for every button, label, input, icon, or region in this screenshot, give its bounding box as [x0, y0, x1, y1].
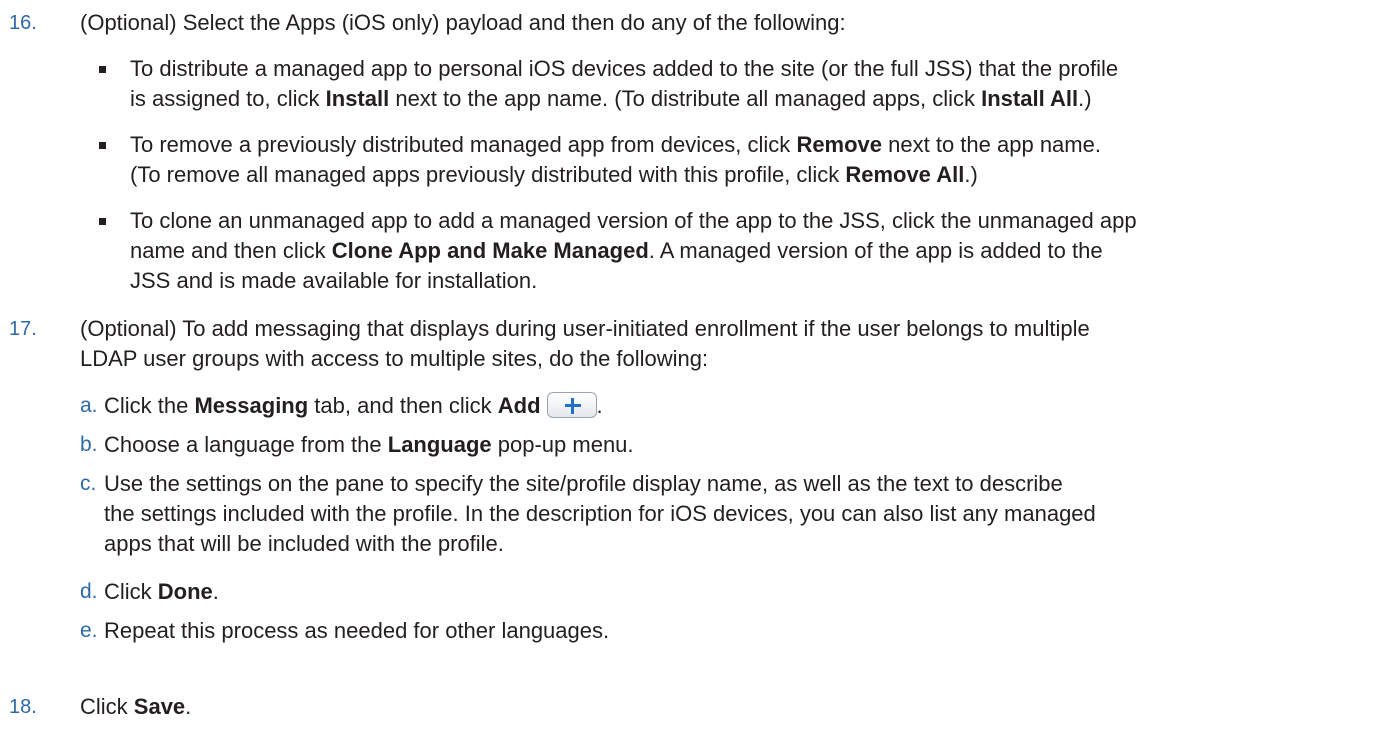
substep-text: Click Done.: [104, 577, 1374, 607]
ui-term-save: Save: [133, 694, 186, 719]
ui-term-clone-app: Clone App and Make Managed: [331, 238, 649, 263]
add-button[interactable]: [546, 392, 597, 419]
text-run: .: [212, 579, 219, 604]
substep-letter: d.: [80, 580, 98, 603]
substep-letter: a.: [80, 394, 98, 417]
text-run: .): [964, 162, 978, 187]
text-run: Click: [80, 694, 134, 719]
bullet-text: To remove a previously distributed manag…: [130, 130, 1375, 190]
ui-term-language: Language: [387, 432, 492, 457]
text-run: the settings included with the profile. …: [104, 501, 1096, 526]
text-run: .): [1078, 86, 1092, 111]
bullet-icon: [99, 66, 106, 73]
text-run: (Optional) To add messaging that display…: [80, 316, 1090, 341]
text-run: Use the settings on the pane to specify …: [104, 471, 1063, 496]
step-text: (Optional) To add messaging that display…: [80, 314, 1370, 374]
substep-text: Repeat this process as needed for other …: [104, 618, 610, 643]
ui-term-remove-all: Remove All: [845, 162, 965, 187]
text-run: tab, and then click: [308, 393, 498, 418]
ui-term-install-all: Install All: [981, 86, 1079, 111]
text-run: JSS and is made available for installati…: [130, 268, 538, 293]
text-run: next to the app name. (To distribute all…: [389, 86, 982, 111]
ui-term-done: Done: [157, 579, 213, 604]
step-number: 17.: [9, 318, 37, 340]
substep-text: Use the settings on the pane to specify …: [104, 469, 1374, 559]
text-run: name and then click: [130, 238, 332, 263]
text-run: (To remove all managed apps previously d…: [130, 162, 846, 187]
step-text: Click Save.: [80, 692, 1370, 722]
text-run: . A managed version of the app is added …: [648, 238, 1103, 263]
text-run: Click: [104, 579, 158, 604]
substep-letter: c.: [80, 472, 97, 495]
text-run: .: [596, 393, 603, 418]
text-run: next to the app name.: [882, 132, 1101, 157]
text-run: To clone an unmanaged app to add a manag…: [130, 208, 1137, 233]
text-run: To distribute a managed app to personal …: [130, 56, 1119, 81]
bullet-text: To distribute a managed app to personal …: [130, 54, 1375, 114]
ui-term-remove: Remove: [796, 132, 883, 157]
substep-text: Click the Messaging tab, and then click …: [104, 391, 1374, 421]
ui-term-messaging: Messaging: [194, 393, 309, 418]
substep-letter: e.: [80, 619, 98, 642]
bullet-text: To clone an unmanaged app to add a manag…: [130, 206, 1375, 296]
ui-term-add: Add: [497, 393, 541, 418]
text-run: .: [185, 694, 192, 719]
text-run: LDAP user groups with access to multiple…: [80, 346, 709, 371]
ui-term-install: Install: [325, 86, 390, 111]
text-run: Click the: [104, 393, 195, 418]
text-run: is assigned to, click: [130, 86, 326, 111]
text-run: Choose a language from the: [104, 432, 388, 457]
text-run: apps that will be included with the prof…: [104, 531, 504, 556]
bullet-icon: [99, 142, 106, 149]
substep-text: Choose a language from the Language pop-…: [104, 430, 1374, 460]
plus-icon-stem: [571, 397, 575, 414]
document-page: 16. (Optional) Select the Apps (iOS only…: [0, 0, 1379, 755]
step-number: 18.: [9, 696, 37, 718]
step-text: (Optional) Select the Apps (iOS only) pa…: [80, 10, 846, 35]
text-run: To remove a previously distributed manag…: [130, 132, 797, 157]
step-number: 16.: [9, 12, 37, 34]
substep-letter: b.: [80, 433, 98, 456]
bullet-icon: [99, 218, 106, 225]
text-run: pop-up menu.: [491, 432, 634, 457]
